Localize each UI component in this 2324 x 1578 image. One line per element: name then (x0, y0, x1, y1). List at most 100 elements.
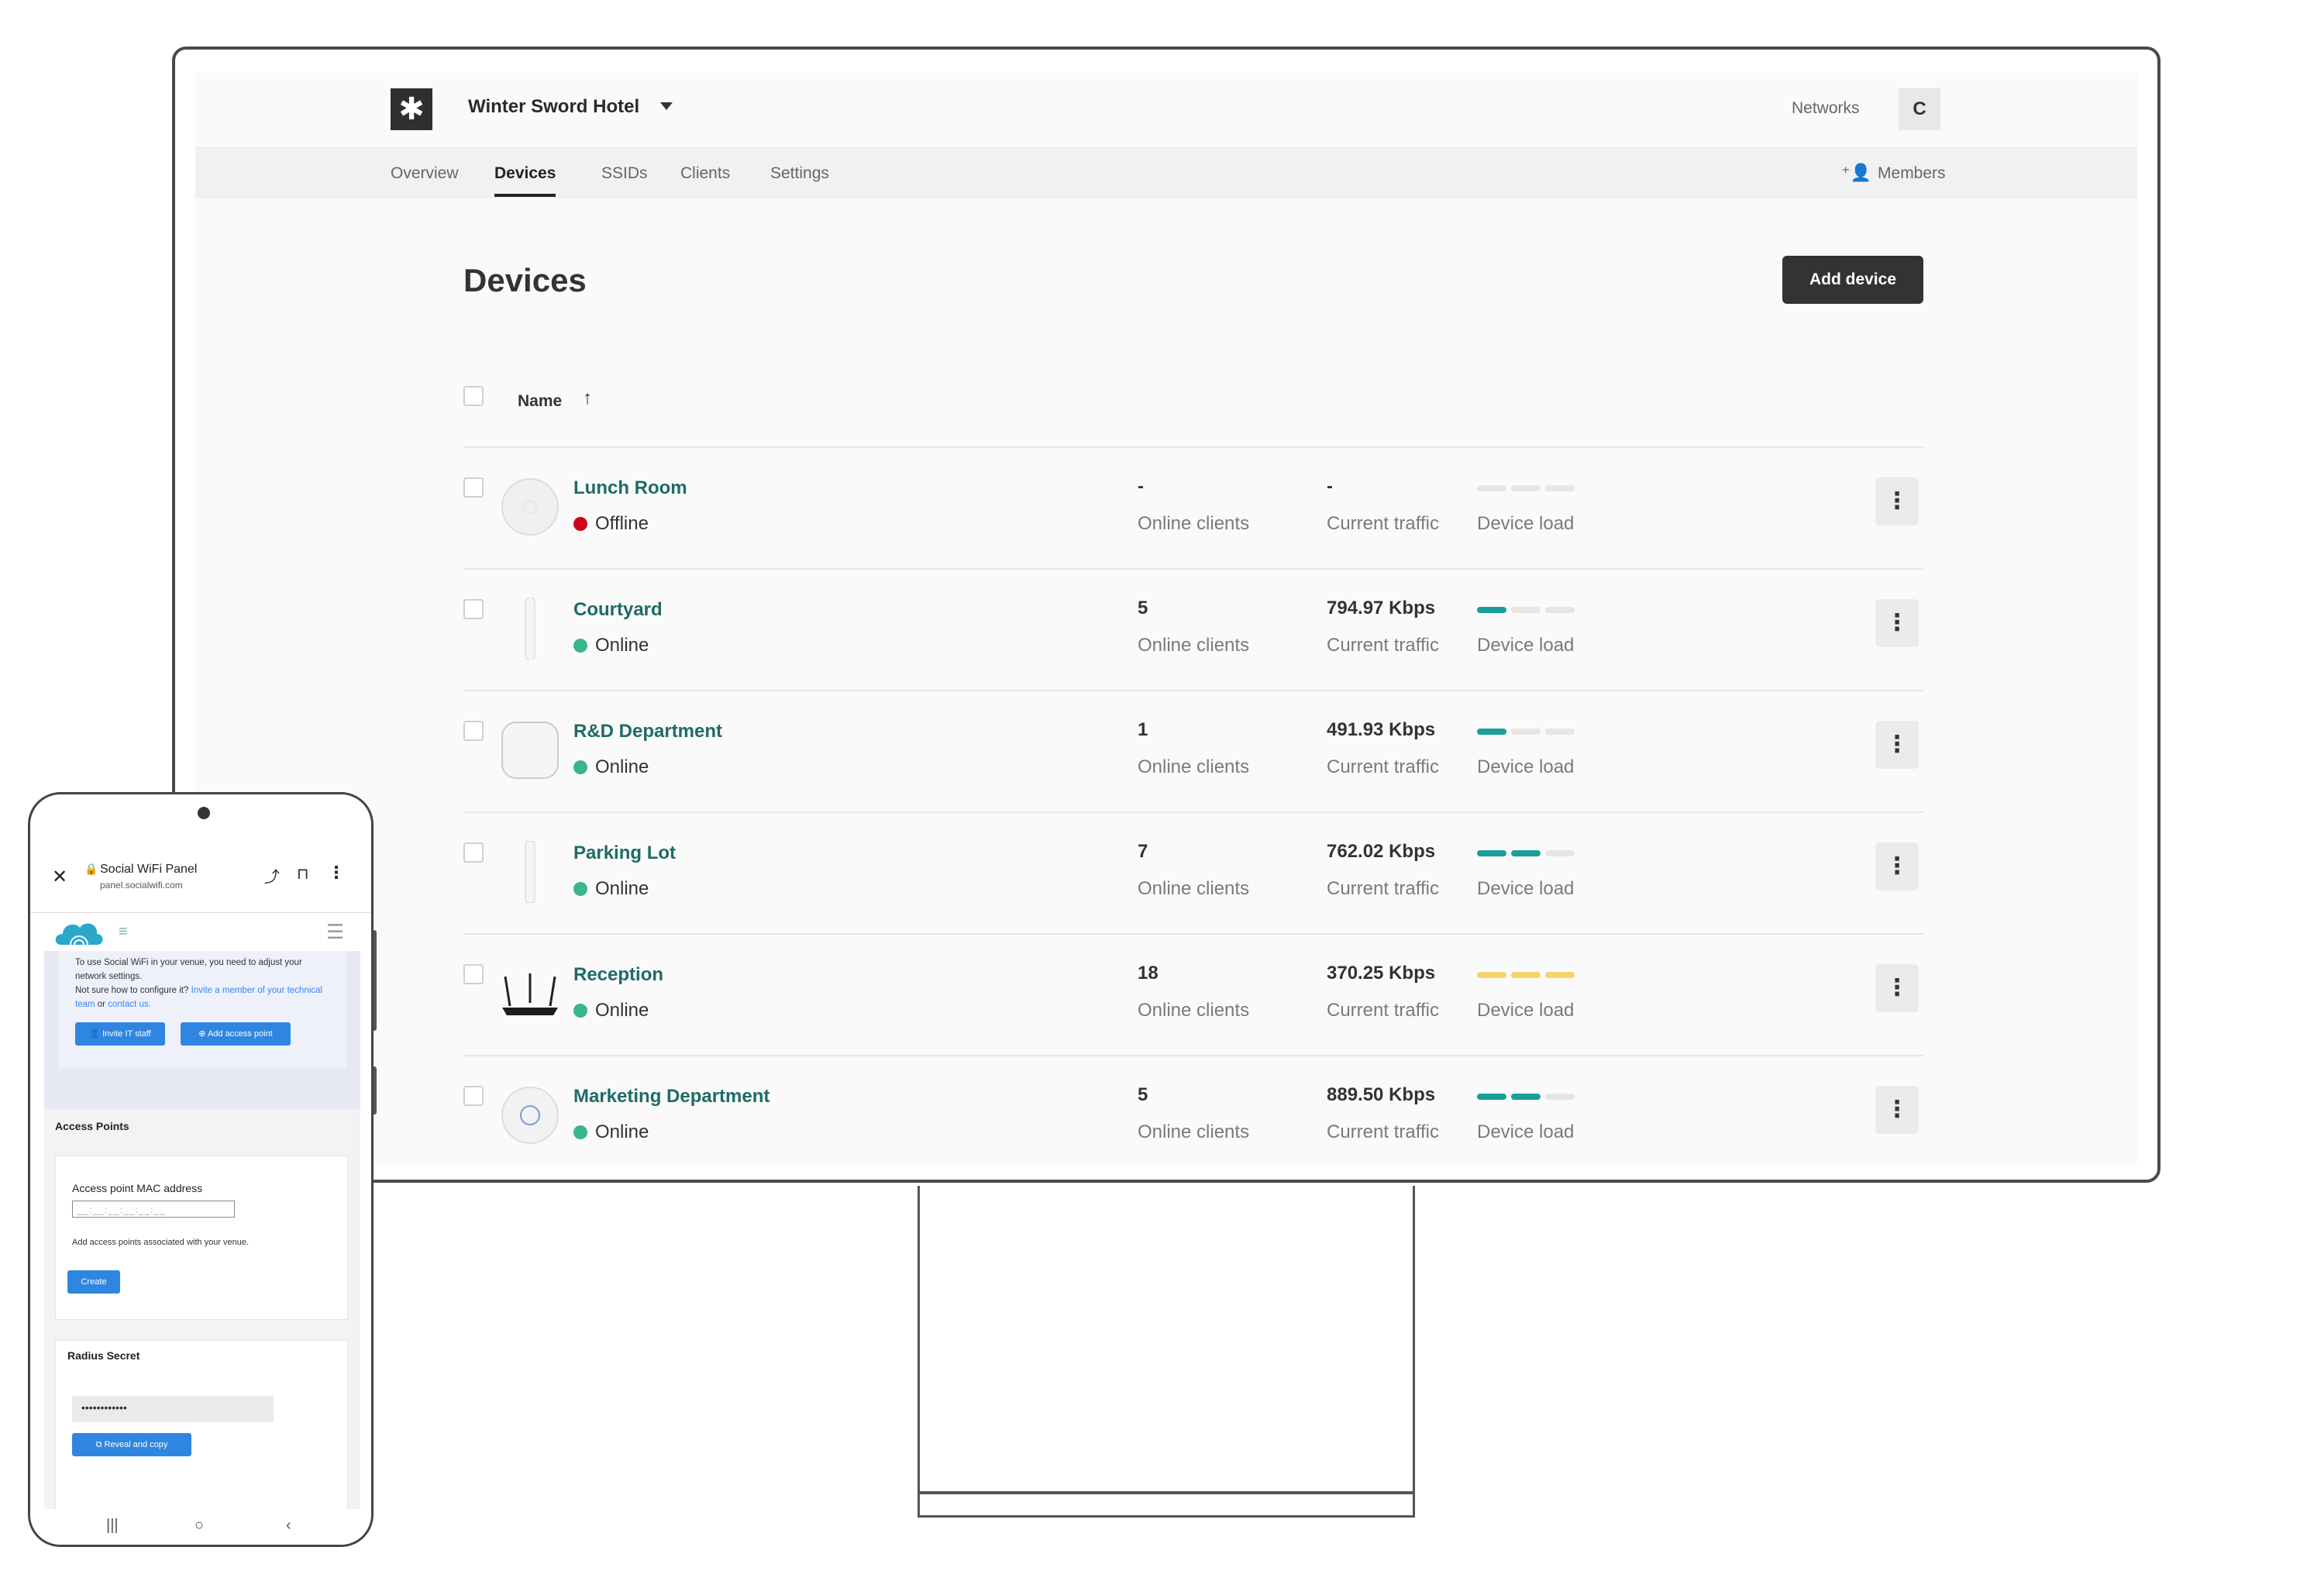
tab-devices[interactable]: Devices (494, 164, 556, 197)
recent-apps-icon[interactable]: ||| (106, 1517, 119, 1535)
load-segment (1477, 607, 1506, 613)
online-clients-value: 7 (1138, 841, 1148, 862)
browser-url[interactable]: panel.socialwifi.com (100, 880, 183, 891)
mac-address-input[interactable]: __:__:__:__:__:__ (72, 1201, 235, 1218)
table-row[interactable]: Marketing Department Online 5 Online client… (463, 1055, 1923, 1164)
online-clients-label: Online clients (1138, 635, 1250, 656)
row-checkbox[interactable] (463, 721, 484, 741)
row-checkbox[interactable] (463, 1086, 484, 1106)
load-segment (1477, 1094, 1506, 1100)
device-name-link[interactable]: Lunch Room (573, 477, 687, 499)
phone-content: To use Social WiFi in your venue, you ne… (44, 951, 360, 1511)
row-checkbox[interactable] (463, 599, 484, 619)
networks-link[interactable]: Networks (1792, 99, 1860, 118)
members-link[interactable]: ⁺👤 Members (1841, 163, 1946, 183)
load-segment (1511, 972, 1541, 978)
row-checkbox[interactable] (463, 842, 484, 863)
notice-or: or (97, 1000, 106, 1009)
tab-ssids[interactable]: SSIDs (601, 164, 648, 194)
collapse-menu-icon[interactable]: ≡ (119, 923, 128, 941)
row-checkbox[interactable] (463, 477, 484, 498)
tab-clients[interactable]: Clients (680, 164, 730, 194)
status-text: Online (595, 635, 649, 656)
row-more-menu-icon[interactable]: ⋮ (1875, 477, 1919, 525)
device-load-label: Device load (1477, 1000, 1575, 1021)
column-header-name[interactable]: Name (518, 392, 562, 411)
mac-help-text: Add access points associated with your v… (72, 1238, 250, 1247)
android-nav-bar: ||| ○ ‹ (30, 1509, 371, 1545)
members-label: Members (1878, 164, 1946, 182)
online-clients-label: Online clients (1138, 878, 1250, 899)
table-row[interactable]: Courtyard Online 5 Online clients 794.97 Kbp… (463, 568, 1923, 690)
load-segment (1545, 972, 1575, 978)
row-checkbox[interactable] (463, 964, 484, 984)
device-thumbnail (499, 840, 561, 904)
app-logo-icon[interactable]: ✱ (391, 88, 432, 130)
device-name-link[interactable]: R&D Department (573, 721, 722, 742)
venue-selector[interactable]: Winter Sword Hotel (468, 96, 639, 118)
device-thumbnail (499, 1084, 561, 1146)
notice-line-1: To use Social WiFi in your venue, you ne… (75, 958, 302, 981)
home-icon[interactable]: ○ (195, 1517, 204, 1535)
table-row[interactable]: Parking Lot Online 7 Online clients 762.02 K… (463, 811, 1923, 933)
hamburger-menu-icon[interactable]: ☰ (326, 920, 344, 944)
row-more-menu-icon[interactable]: ⋮ (1875, 599, 1919, 647)
table-row[interactable]: Reception Online 18 Online clients 370.25 Kb… (463, 933, 1923, 1055)
notice-line-2: Not sure how to configure it? (75, 986, 189, 995)
tab-settings[interactable]: Settings (770, 164, 829, 194)
load-segment (1511, 729, 1541, 735)
online-clients-label: Online clients (1138, 1000, 1250, 1021)
current-traffic-label: Current traffic (1327, 878, 1439, 899)
online-clients-label: Online clients (1138, 1121, 1250, 1142)
select-all-checkbox[interactable] (463, 386, 484, 406)
radius-secret-field[interactable]: •••••••••••• (72, 1396, 274, 1422)
social-wifi-logo-icon[interactable] (53, 917, 105, 948)
add-device-button[interactable]: Add device (1782, 256, 1923, 304)
monitor-stand (918, 1186, 1415, 1494)
more-vertical-icon[interactable]: ⋮ (328, 863, 345, 883)
status-text: Offline (595, 513, 649, 534)
device-thumbnail (499, 597, 561, 660)
arrow-up-icon[interactable]: ↑ (583, 388, 592, 409)
device-load-label: Device load (1477, 756, 1575, 777)
device-name-link[interactable]: Reception (573, 964, 663, 986)
row-more-menu-icon[interactable]: ⋮ (1875, 842, 1919, 891)
current-traffic-value: 370.25 Kbps (1327, 963, 1436, 984)
invite-it-staff-button[interactable]: 👤 Invite IT staff (75, 1022, 165, 1046)
online-clients-label: Online clients (1138, 513, 1250, 534)
device-thumbnail (499, 963, 561, 1025)
share-icon[interactable]: ⤴ (264, 864, 280, 887)
radius-secret-heading: Radius Secret (67, 1349, 140, 1362)
online-clients-value: 5 (1138, 598, 1148, 618)
create-button[interactable]: Create (67, 1270, 120, 1294)
load-segment (1545, 607, 1575, 613)
status-text: Online (595, 878, 649, 899)
device-load-label: Device load (1477, 1121, 1575, 1142)
table-row[interactable]: R&D Department Online 1 Online clients 491.9… (463, 690, 1923, 811)
user-avatar[interactable]: C (1899, 88, 1940, 130)
add-access-point-button[interactable]: ⊕ Add access point (181, 1022, 291, 1046)
back-icon[interactable]: ‹ (286, 1517, 291, 1535)
row-more-menu-icon[interactable]: ⋮ (1875, 964, 1919, 1012)
device-load-label: Device load (1477, 878, 1575, 899)
notice-text: To use Social WiFi in your venue, you ne… (75, 956, 331, 1011)
access-points-heading: Access Points (55, 1120, 129, 1132)
close-icon[interactable]: ✕ (52, 866, 67, 888)
load-segment (1511, 1094, 1541, 1100)
browser-title: Social WiFi Panel (100, 863, 198, 876)
device-name-link[interactable]: Parking Lot (573, 842, 676, 864)
device-name-link[interactable]: Marketing Department (573, 1086, 770, 1108)
device-name-link[interactable]: Courtyard (573, 599, 663, 621)
tab-overview[interactable]: Overview (391, 164, 459, 194)
bookmark-icon[interactable]: ⊓ (297, 864, 309, 884)
reveal-and-copy-button[interactable]: ⧉ Reveal and copy (72, 1433, 191, 1456)
status-dot-icon (573, 1004, 587, 1018)
load-segment (1477, 850, 1506, 856)
row-more-menu-icon[interactable]: ⋮ (1875, 1086, 1919, 1134)
contact-us-link[interactable]: contact us. (108, 1000, 151, 1009)
lock-icon: 🔒 (84, 863, 98, 875)
phone-camera (198, 807, 210, 819)
row-more-menu-icon[interactable]: ⋮ (1875, 721, 1919, 769)
chevron-down-icon[interactable] (660, 102, 673, 110)
table-row[interactable]: Lunch Room Offline - Online clients - Current… (463, 446, 1923, 568)
